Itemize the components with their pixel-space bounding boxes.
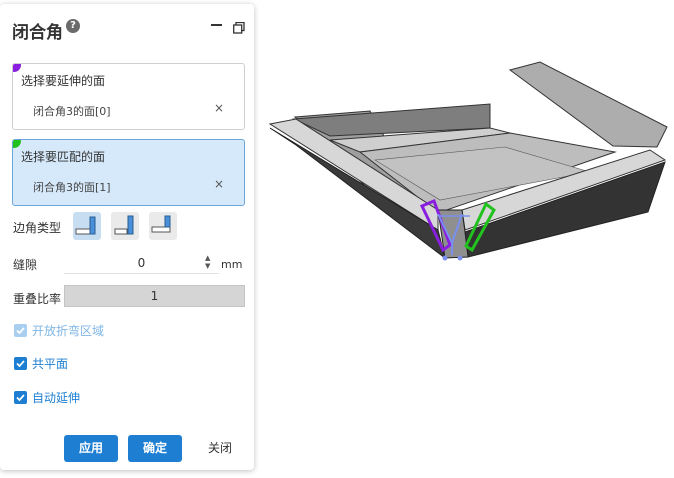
minimize-icon[interactable]: [211, 24, 222, 26]
green-marker-icon: [13, 140, 21, 148]
close-button[interactable]: 关闭: [193, 435, 247, 462]
coplanar-checkbox[interactable]: [14, 357, 27, 370]
open-bend-region-checkbox[interactable]: [14, 324, 27, 337]
corner-type-label: 边角类型: [13, 221, 62, 235]
restore-window-icon[interactable]: [233, 19, 245, 34]
match-face-label: 选择要匹配的面: [21, 150, 106, 164]
corner-type-overlap-button[interactable]: [73, 212, 101, 240]
corner-type-underlap-button[interactable]: [111, 212, 139, 240]
auto-extend-label: 自动延伸: [32, 391, 81, 405]
3d-viewport[interactable]: [258, 0, 674, 474]
overlap-ratio-input[interactable]: 1: [64, 285, 245, 307]
closed-corner-panel: 闭合角 ? 选择要延伸的面 闭合角3的面[0] × 选择要匹配的面 闭合角3的面…: [0, 4, 254, 470]
match-face-item: 闭合角3的面[1]: [33, 181, 111, 194]
gap-stepper-icon[interactable]: ▲ ▼: [205, 254, 210, 270]
remove-extend-face-icon[interactable]: ×: [214, 101, 224, 115]
auto-extend-checkbox[interactable]: [14, 391, 27, 404]
gap-unit: mm: [221, 258, 243, 271]
extend-face-label: 选择要延伸的面: [21, 74, 106, 88]
overlap-ratio-label: 重叠比率: [13, 292, 62, 306]
gap-label: 缝隙: [13, 258, 38, 272]
match-face-selector[interactable]: 选择要匹配的面 闭合角3的面[1] ×: [12, 139, 245, 206]
panel-title: 闭合角: [12, 23, 63, 43]
purple-marker-icon: [13, 64, 21, 72]
open-bend-region-label: 开放折弯区域: [32, 324, 105, 338]
ok-button[interactable]: 确定: [128, 435, 182, 462]
extend-face-item: 闭合角3的面[0]: [33, 105, 111, 118]
gap-input[interactable]: 0: [64, 253, 219, 274]
apply-button[interactable]: 应用: [64, 435, 118, 462]
corner-type-butt-button[interactable]: [149, 212, 177, 240]
extend-face-selector[interactable]: 选择要延伸的面 闭合角3的面[0] ×: [12, 63, 245, 130]
sheet-metal-tray-model[interactable]: [258, 0, 674, 474]
coplanar-label: 共平面: [32, 357, 69, 371]
help-icon[interactable]: ?: [66, 19, 80, 33]
remove-match-face-icon[interactable]: ×: [214, 177, 224, 191]
